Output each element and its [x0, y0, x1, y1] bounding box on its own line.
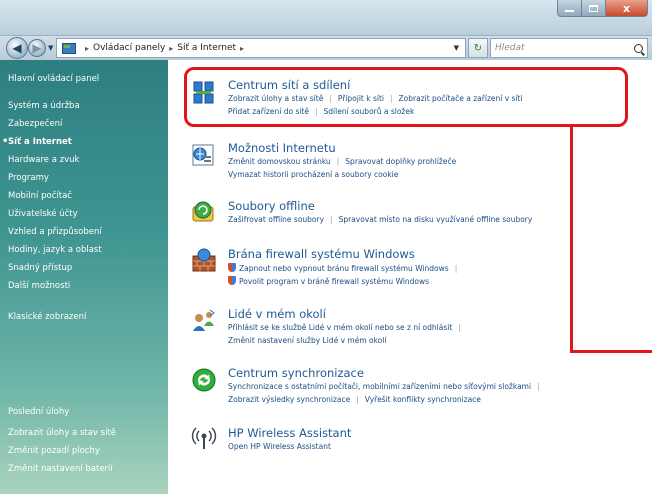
breadcrumb-separator-icon[interactable]: ▸ — [85, 44, 89, 53]
search-icon[interactable] — [634, 43, 643, 53]
refresh-icon: ↻ — [473, 42, 483, 54]
uac-shield-icon — [228, 276, 236, 285]
breadcrumb-network-internet[interactable]: Síť a Internet — [177, 43, 236, 53]
task-link[interactable]: Spravovat místo na disku využívané offli… — [339, 215, 533, 224]
sidebar-item-clock-language[interactable]: Hodiny, jazyk a oblast — [8, 245, 102, 255]
sidebar-item-programs[interactable]: Programy — [8, 173, 49, 183]
caption-buttons: x — [557, 0, 648, 18]
task-link[interactable]: Změnit domovskou stránku — [228, 157, 331, 166]
link-separator: | — [336, 157, 340, 166]
search-box[interactable]: Hledat — [490, 38, 648, 58]
link-separator: | — [330, 215, 333, 224]
task-link[interactable]: Zobrazit výsledky synchronizace — [228, 395, 350, 404]
sidebar-item-security[interactable]: Zabezpečení — [8, 119, 62, 129]
task-link[interactable]: Open HP Wireless Assistant — [228, 442, 331, 451]
address-dropdown-icon[interactable]: ▼ — [454, 44, 459, 52]
back-button[interactable]: ◀ — [6, 37, 28, 59]
task-link[interactable]: Vymazat historii procházení a soubory co… — [228, 170, 398, 179]
address-bar[interactable]: ▸ Ovládací panely ▸ Síť a Internet ▸ ▼ — [56, 38, 466, 58]
sidebar-item-classic-view[interactable]: Klasické zobrazení — [8, 312, 86, 322]
link-separator: | — [537, 382, 540, 391]
recent-task-item[interactable]: Zobrazit úlohy a stav sítě — [8, 428, 116, 438]
category-links-row: Povolit program v bráně firewall systému… — [228, 276, 429, 286]
category-links-row: Synchronizace s ostatními počítači, mobi… — [228, 382, 546, 391]
uac-shield-icon — [228, 263, 236, 272]
sidebar-item-system-maintenance[interactable]: Systém a údržba — [8, 101, 80, 111]
people-near-me-icon — [193, 309, 215, 331]
category-title[interactable]: Možnosti Internetu — [228, 141, 336, 155]
recent-pages-dropdown[interactable]: ▼ — [48, 44, 53, 52]
highlight-box — [184, 67, 628, 127]
link-separator: | — [458, 323, 461, 332]
category-links-row: Zašifrovat offline soubory | Spravovat mís… — [228, 215, 532, 224]
breadcrumb-separator-icon[interactable]: ▸ — [169, 44, 173, 53]
task-link[interactable]: Změnit nastavení služby Lidé v mém okolí — [228, 336, 386, 345]
refresh-button[interactable]: ↻ — [468, 38, 488, 58]
wireless-antenna-icon — [191, 427, 217, 449]
maximize-icon — [589, 4, 598, 12]
category-links-row: Open HP Wireless Assistant — [228, 442, 331, 451]
category-title[interactable]: Centrum synchronizace — [228, 366, 364, 380]
category-title[interactable]: Brána firewall systému Windows — [228, 247, 415, 261]
breadcrumb-separator-icon[interactable]: ▸ — [240, 44, 244, 53]
sidebar-item-appearance[interactable]: Vzhled a přizpůsobení — [8, 227, 102, 237]
sidebar-item-additional-options[interactable]: Další možnosti — [8, 281, 70, 291]
sidebar-item-ease-of-access[interactable]: Snadný přístup — [8, 263, 72, 273]
category-links-row: Zapnout nebo vypnout bránu firewall syst… — [228, 263, 463, 273]
callout-line — [570, 350, 652, 353]
sidebar-item-user-accounts[interactable]: Uživatelské účty — [8, 209, 78, 219]
task-link[interactable]: Vyřešit konflikty synchronizace — [365, 395, 481, 404]
forward-arrow-icon: ▶ — [32, 41, 42, 55]
task-link[interactable]: Přihlásit se ke službě Lidé v mém okolí … — [228, 323, 452, 332]
sidebar-item-control-panel-home[interactable]: Hlavní ovládací panel — [8, 74, 99, 84]
sync-center-icon — [192, 368, 216, 392]
category-links-row: Vymazat historii procházení a soubory co… — [228, 170, 398, 179]
maximize-button[interactable] — [582, 0, 606, 17]
offline-files-icon — [192, 201, 214, 222]
sidebar-item-mobile-pc[interactable]: Mobilní počítač — [8, 191, 72, 201]
title-bar[interactable]: x — [0, 0, 652, 36]
category-title[interactable]: HP Wireless Assistant — [228, 426, 351, 440]
recent-task-item[interactable]: Změnit pozadí plochy — [8, 446, 100, 456]
close-button[interactable]: x — [606, 0, 648, 17]
category-title[interactable]: Soubory offline — [228, 199, 315, 213]
category-links-row: Přihlásit se ke službě Lidé v mém okolí … — [228, 323, 467, 332]
task-link[interactable]: Spravovat doplňky prohlížeče — [345, 157, 456, 166]
link-separator: | — [454, 264, 458, 273]
forward-button[interactable]: ▶ — [28, 39, 46, 57]
recent-tasks-heading: Poslední úlohy — [8, 407, 70, 417]
category-title[interactable]: Lidé v mém okolí — [228, 307, 326, 321]
firewall-icon — [192, 248, 216, 272]
sidebar-item-hardware-sound[interactable]: Hardware a zvuk — [8, 155, 79, 165]
task-link[interactable]: Synchronizace s ostatními počítači, mobi… — [228, 382, 531, 391]
sidebar: Hlavní ovládací panel Systém a údržba Za… — [0, 60, 168, 494]
category-links-row: Změnit nastavení služby Lidé v mém okolí — [228, 336, 386, 345]
task-link[interactable]: Povolit program v bráně firewall systému… — [239, 277, 429, 286]
category-links-row: Zobrazit výsledky synchronizace | Vyřešit … — [228, 395, 481, 404]
sidebar-item-network-internet[interactable]: Síť a Internet — [2, 136, 72, 147]
back-arrow-icon: ◀ — [12, 41, 22, 55]
recent-task-item[interactable]: Změnit nastavení baterií — [8, 464, 113, 474]
internet-options-icon — [192, 144, 214, 166]
breadcrumb-control-panel[interactable]: Ovládací panely — [93, 43, 165, 53]
control-panel-icon — [61, 41, 77, 55]
task-link[interactable]: Zapnout nebo vypnout bránu firewall syst… — [239, 264, 449, 273]
category-links-row: Změnit domovskou stránku | Spravovat doplň… — [228, 157, 456, 166]
task-link[interactable]: Zašifrovat offline soubory — [228, 215, 324, 224]
callout-line — [570, 126, 573, 353]
link-separator: | — [356, 395, 359, 404]
minimize-icon — [565, 9, 574, 12]
minimize-button[interactable] — [557, 0, 582, 17]
control-panel-window: x ◀ ▶ ▼ ▸ Ovládací panely ▸ Síť a Intern… — [0, 0, 652, 494]
navigation-bar: ◀ ▶ ▼ ▸ Ovládací panely ▸ Síť a Internet… — [0, 36, 652, 60]
search-placeholder: Hledat — [495, 43, 525, 53]
